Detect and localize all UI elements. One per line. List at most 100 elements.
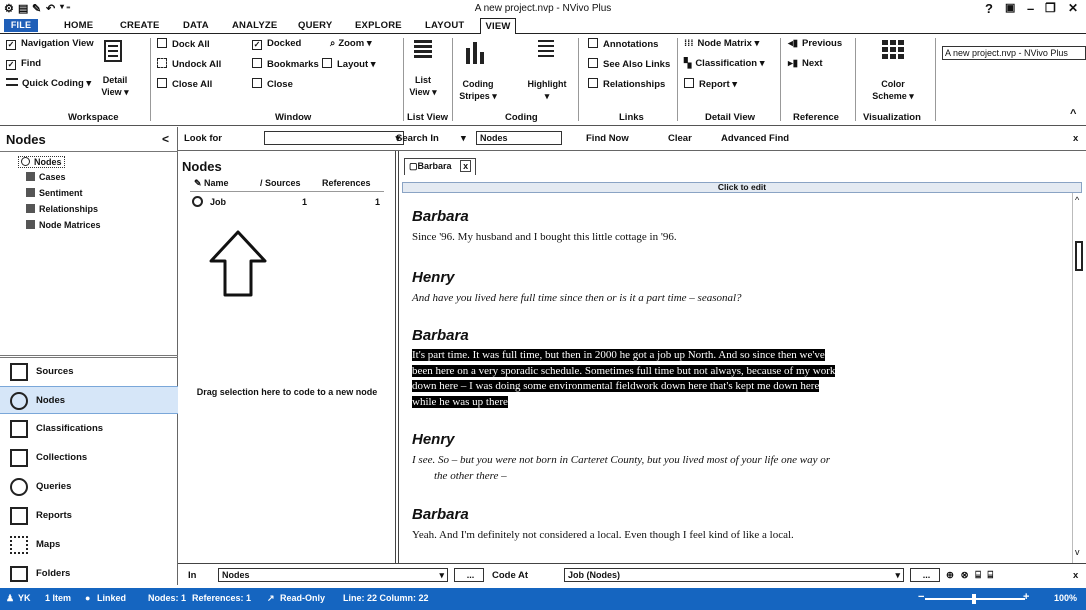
find-now-button[interactable]: Find Now xyxy=(586,133,629,144)
nav-collections-button[interactable]: Collections xyxy=(0,444,178,472)
classification-button[interactable]: ▚ Classification ▾ xyxy=(684,58,765,70)
unchecked-icon xyxy=(588,78,598,88)
previous-button[interactable]: ◂▮ Previous xyxy=(788,38,842,50)
color-scheme-button[interactable]: Color Scheme ▾ xyxy=(868,78,918,102)
checked-icon: ✓ xyxy=(6,40,16,50)
nav-sources-button[interactable]: Sources xyxy=(0,358,178,386)
tab-file[interactable]: FILE xyxy=(4,19,38,32)
close-tab-button[interactable]: x xyxy=(460,160,472,172)
scroll-thumb[interactable] xyxy=(1075,241,1083,271)
dock-all-button[interactable]: Dock All xyxy=(157,38,210,51)
save-icon[interactable]: ▤ xyxy=(18,2,28,15)
advanced-find-button[interactable]: Advanced Find xyxy=(721,133,789,144)
nav-queries-button[interactable]: Queries xyxy=(0,473,178,501)
clear-button[interactable]: Clear xyxy=(668,133,692,144)
layout-icon xyxy=(322,58,332,68)
in-field[interactable]: Nodes ▾ xyxy=(218,568,448,582)
zoom-button[interactable]: ⌕ Zoom ▾ xyxy=(330,38,372,50)
zoom-in-button[interactable]: + xyxy=(1023,591,1029,603)
speaker-name: Barbara xyxy=(412,208,469,225)
highlighted-paragraph[interactable]: It's part time. It was full time, but th… xyxy=(412,348,836,410)
list-view-button[interactable]: List View ▾ xyxy=(408,74,438,98)
look-for-label: Look for xyxy=(184,133,222,144)
docked-checkbox[interactable]: ✓ Docked xyxy=(252,38,301,50)
chevron-down-icon[interactable]: ▾ xyxy=(461,133,466,144)
close-find-button[interactable]: x xyxy=(1073,133,1078,144)
table-row[interactable]: Job 1 1 xyxy=(192,196,382,210)
column-name[interactable]: ✎ Name xyxy=(194,178,229,189)
look-for-input[interactable]: ▾ xyxy=(264,131,404,145)
search-in-field[interactable]: Nodes xyxy=(476,131,562,145)
see-also-links-checkbox[interactable]: See Also Links xyxy=(588,58,670,71)
undo-icon[interactable]: ↶ xyxy=(46,2,55,15)
highlight-button[interactable]: Highlight ▾ xyxy=(524,78,570,102)
scrollbar[interactable]: ^ v xyxy=(1072,193,1084,563)
navigation-view-checkbox[interactable]: ✓ Navigation View xyxy=(6,38,94,50)
node-matrix-button[interactable]: ⁞⁞⁞ Node Matrix ▾ xyxy=(684,38,759,50)
tree-item-sentiment[interactable]: Sentiment xyxy=(26,188,83,198)
help-button[interactable]: ? xyxy=(985,1,993,16)
tab-layout[interactable]: LAYOUT xyxy=(425,20,464,31)
bookmarks-checkbox[interactable]: Bookmarks xyxy=(252,58,319,71)
collapse-ribbon-button[interactable]: ^ xyxy=(1070,108,1076,120)
browse-button[interactable]: ... xyxy=(454,568,484,582)
layout-button[interactable]: Layout ▾ xyxy=(322,58,376,71)
code-at-button[interactable]: Code At xyxy=(492,570,528,581)
tab-analyze[interactable]: ANALYZE xyxy=(232,20,277,31)
restore-button[interactable]: ❐ xyxy=(1045,1,1056,15)
coding-stripes-button[interactable]: Coding Stripes ▾ xyxy=(458,78,498,102)
linked-status: Linked xyxy=(97,593,127,603)
zoom-out-button[interactable]: − xyxy=(918,591,924,603)
close-window-button[interactable]: ✕ xyxy=(1068,1,1078,15)
node-matrices-icon xyxy=(26,220,35,229)
browse-button[interactable]: ... xyxy=(910,568,940,582)
nav-folders-button[interactable]: Folders xyxy=(0,560,178,588)
tab-create[interactable]: CREATE xyxy=(120,20,160,31)
document-content[interactable]: Barbara Since '96. My husband and I boug… xyxy=(402,191,1072,584)
nav-back-button[interactable]: < xyxy=(162,132,169,146)
undock-all-button[interactable]: Undock All xyxy=(157,58,221,71)
close-code-bar-button[interactable]: x xyxy=(1073,570,1078,581)
close-all-button[interactable]: Close All xyxy=(157,78,212,91)
tab-barbara[interactable]: ▢Barbara x xyxy=(404,158,477,175)
project-title-field[interactable]: A new project.nvp - NVivo Plus xyxy=(942,46,1086,60)
tree-item-nodes[interactable]: Nodes xyxy=(18,156,65,168)
report-button[interactable]: Report ▾ xyxy=(684,78,737,91)
detail-view-button[interactable]: Detail View ▾ xyxy=(100,74,130,98)
edit-icon[interactable]: ✎ xyxy=(32,2,41,15)
nav-classifications-button[interactable]: Classifications xyxy=(0,415,178,443)
column-sources[interactable]: / Sources xyxy=(260,178,301,188)
zoom-slider-thumb[interactable] xyxy=(972,594,976,604)
document-icon: ▢ xyxy=(409,161,418,171)
scroll-up-icon[interactable]: ^ xyxy=(1075,195,1079,205)
relationships-checkbox[interactable]: Relationships xyxy=(588,78,665,91)
column-references[interactable]: References xyxy=(322,178,371,188)
nav-nodes-button[interactable]: Nodes xyxy=(0,386,178,414)
tab-view[interactable]: VIEW xyxy=(480,18,516,35)
annotations-checkbox[interactable]: Annotations xyxy=(588,38,658,51)
coding-tools-icon[interactable]: ⊕ ⊗ ⌸ ⌸ xyxy=(946,570,995,581)
next-button[interactable]: ▸▮ Next xyxy=(788,58,823,70)
tab-home[interactable]: HOME xyxy=(64,20,93,31)
zoom-level: 100% xyxy=(1054,593,1078,603)
nav-maps-button[interactable]: Maps xyxy=(0,531,178,559)
find-checkbox[interactable]: ✓ Find xyxy=(6,58,41,70)
references-count: References: 1 xyxy=(192,593,252,603)
tab-data[interactable]: DATA xyxy=(183,20,209,31)
customize-icon[interactable]: ▾ ₌ xyxy=(60,2,70,11)
close-button[interactable]: Close xyxy=(252,78,293,91)
tree-item-node-matrices[interactable]: Node Matrices xyxy=(26,220,101,230)
quick-coding-button[interactable]: Quick Coding ▾ xyxy=(6,78,91,90)
tree-item-cases[interactable]: Cases xyxy=(26,172,66,182)
scroll-down-icon[interactable]: v xyxy=(1075,547,1080,557)
minimize-button[interactable]: – xyxy=(1027,1,1034,16)
tab-query[interactable]: QUERY xyxy=(298,20,332,31)
code-at-field[interactable]: Job (Nodes) ▾ xyxy=(564,568,904,582)
ribbon-display-button[interactable]: ▣ xyxy=(1005,1,1015,14)
nav-reports-button[interactable]: Reports xyxy=(0,502,178,530)
tab-explore[interactable]: EXPLORE xyxy=(355,20,402,31)
tree-item-relationships[interactable]: Relationships xyxy=(26,204,98,214)
item-count: 1 Item xyxy=(45,593,72,603)
unchecked-icon xyxy=(588,38,598,48)
ribbon-tabs: FILE HOME CREATE DATA ANALYZE QUERY EXPL… xyxy=(0,18,1086,35)
